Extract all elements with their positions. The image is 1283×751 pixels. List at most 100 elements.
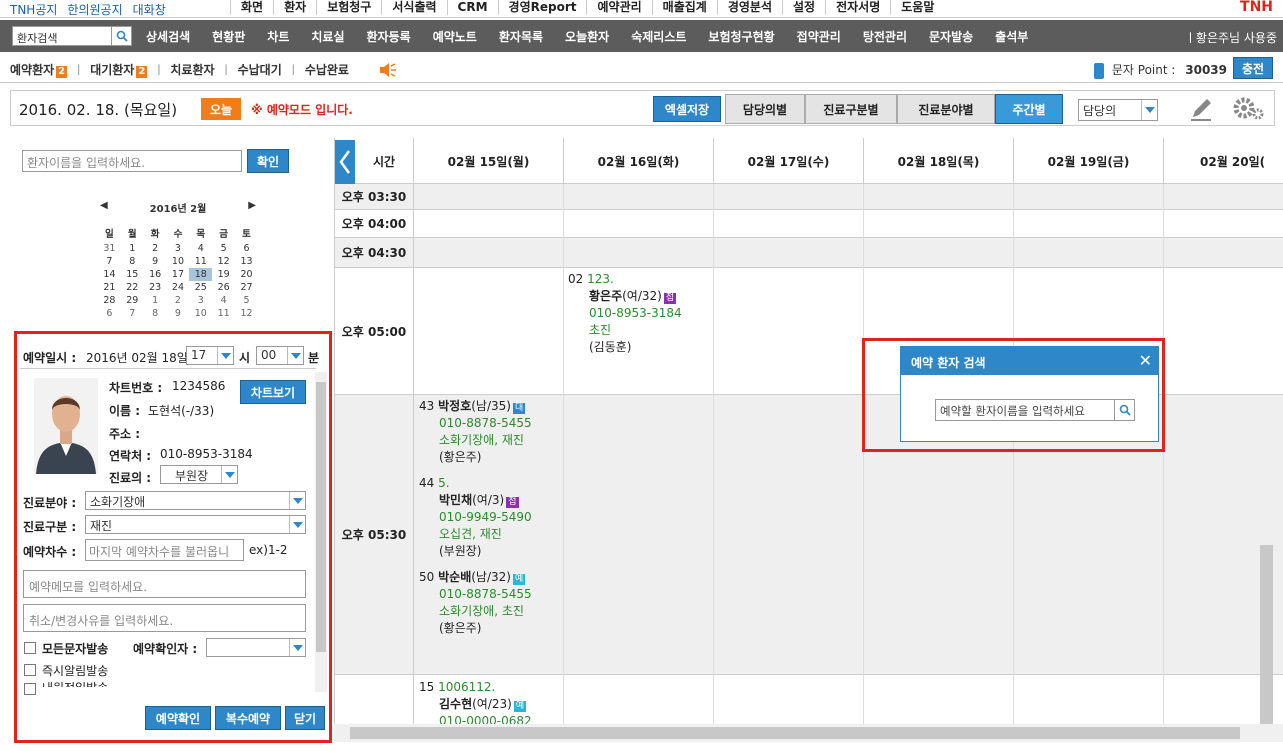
calendar-day[interactable]: 1 xyxy=(144,294,167,307)
view-chart-button[interactable]: 차트보기 xyxy=(240,380,306,404)
day-column-header[interactable]: 02월 18일(목) xyxy=(863,138,1013,184)
menu-item[interactable]: 화면 xyxy=(230,0,273,15)
calendar-day[interactable]: 9 xyxy=(167,307,190,320)
tab-waiting[interactable]: 대기환자 2 xyxy=(90,61,148,78)
calendar-day[interactable]: 6 xyxy=(235,242,258,255)
tab-payment-done[interactable]: 수납완료 xyxy=(305,61,349,78)
nav-item[interactable]: 숙제리스트 xyxy=(620,28,697,45)
nav-item[interactable]: 오늘환자 xyxy=(554,28,620,45)
calendar-day[interactable]: 4 xyxy=(212,294,235,307)
calendar-day-selected[interactable]: 18 xyxy=(189,268,213,281)
calendar-day[interactable]: 21 xyxy=(98,281,121,294)
calendar-day[interactable]: 12 xyxy=(212,255,235,268)
tab-treating[interactable]: 치료환자 xyxy=(170,61,214,78)
calendar-day[interactable]: 16 xyxy=(144,268,167,281)
tab-reserved[interactable]: 예약환자 2 xyxy=(10,61,68,78)
calendar-day[interactable]: 8 xyxy=(144,307,167,320)
scrollbar-thumb[interactable] xyxy=(350,727,1240,739)
cancel-reason-input[interactable]: 취소/변경사유를 입력하세요. xyxy=(23,604,306,632)
instant-alarm-checkbox[interactable] xyxy=(24,664,36,676)
menu-item[interactable]: 경영분석 xyxy=(716,0,782,15)
nav-item[interactable]: 출석부 xyxy=(984,28,1039,45)
calendar-day[interactable]: 20 xyxy=(235,268,258,281)
calendar-day[interactable]: 3 xyxy=(167,242,190,255)
day-column-header[interactable]: 02월 19일(금) xyxy=(1013,138,1163,184)
calendar-day[interactable]: 19 xyxy=(212,268,235,281)
menu-item[interactable]: 매출집계 xyxy=(651,0,717,15)
calendar-day[interactable]: 13 xyxy=(235,255,258,268)
calendar-day[interactable]: 27 xyxy=(235,281,258,294)
collapse-panel-button[interactable] xyxy=(335,140,355,184)
patient-search-input[interactable]: 환자검색 xyxy=(12,26,132,46)
view-by-field-button[interactable]: 진료분야별 xyxy=(897,94,995,124)
calendar-day[interactable]: 22 xyxy=(121,281,144,294)
menu-item[interactable]: CRM xyxy=(446,0,498,15)
menu-item[interactable]: 예약관리 xyxy=(586,0,651,15)
pen-icon[interactable] xyxy=(1187,95,1215,123)
nav-item[interactable]: 문자발송 xyxy=(918,28,984,45)
search-icon[interactable] xyxy=(1114,400,1134,420)
menu-item[interactable]: 경영Report xyxy=(497,0,587,15)
day-column-header[interactable]: 02월 16일(화) xyxy=(563,138,713,184)
calendar-day[interactable]: 9 xyxy=(144,255,167,268)
appointment-card[interactable]: 50 박순배(남/32) 예 010-8878-5455 소화기장애, 초진 (황… xyxy=(419,569,532,637)
calendar-day[interactable]: 26 xyxy=(212,281,235,294)
nav-item[interactable]: 환자등록 xyxy=(356,28,422,45)
nav-item[interactable]: 예약노트 xyxy=(422,28,488,45)
minute-select[interactable]: 00 xyxy=(256,346,304,365)
appointment-card[interactable]: 43 박정호(남/35) 대 010-8878-5455 소화기장애, 재진 (황… xyxy=(419,398,532,466)
calendar-day[interactable]: 11 xyxy=(212,307,235,320)
excel-save-button[interactable]: 엑셀저장 xyxy=(653,96,721,122)
calendar-day[interactable]: 24 xyxy=(167,281,190,294)
calendar-day[interactable]: 1 xyxy=(121,242,144,255)
close-button[interactable]: 닫기 xyxy=(285,706,325,730)
calendar-day[interactable]: 23 xyxy=(144,281,167,294)
reservation-patient-search-input[interactable]: 예약할 환자이름을 입력하세요 xyxy=(935,399,1135,421)
next-month-icon[interactable]: ▶ xyxy=(248,200,256,211)
reservation-count-input[interactable]: 마지막 예약차수를 불러옵니 xyxy=(85,539,244,561)
appointment-card[interactable]: 15 1006112. 김수현(여/23) 예 010-0000-0682 xyxy=(419,679,532,724)
calendar-day[interactable]: 5 xyxy=(212,242,235,255)
charge-button[interactable]: 충전 xyxy=(1233,57,1273,79)
nav-item[interactable]: 접약관리 xyxy=(786,28,852,45)
speaker-icon[interactable] xyxy=(379,62,397,78)
doctor-select[interactable]: 담당의 xyxy=(1078,99,1158,121)
calendar-day[interactable]: 11 xyxy=(189,255,212,268)
nav-item[interactable]: 치료실 xyxy=(300,28,355,45)
scrollbar-thumb[interactable] xyxy=(316,382,326,652)
calendar-day[interactable]: 15 xyxy=(121,268,144,281)
tab-payment-waiting[interactable]: 수납대기 xyxy=(238,61,282,78)
doctor-select[interactable]: 부원장 xyxy=(160,465,238,484)
notice-tnh-link[interactable]: TNH공지 xyxy=(10,1,57,18)
confirmer-select[interactable] xyxy=(206,638,306,657)
calendar-day[interactable]: 10 xyxy=(167,255,190,268)
confirm-button[interactable]: 확인 xyxy=(247,149,289,173)
close-icon[interactable]: ✕ xyxy=(1139,351,1152,370)
calendar-day[interactable]: 5 xyxy=(235,294,258,307)
search-icon[interactable] xyxy=(111,27,131,45)
nav-item[interactable]: 현황판 xyxy=(201,28,256,45)
view-weekly-button[interactable]: 주간별 xyxy=(995,94,1063,124)
patient-name-input[interactable]: 환자이름을 입력하세요. xyxy=(22,150,242,172)
schedule-vertical-scrollbar[interactable] xyxy=(1260,545,1273,725)
calendar-day[interactable]: 29 xyxy=(121,294,144,307)
prev-day-checkbox[interactable] xyxy=(24,683,36,695)
memo-input[interactable]: 예약메모를 입력하세요. xyxy=(23,570,306,598)
calendar-day[interactable]: 4 xyxy=(189,242,212,255)
calendar-day[interactable]: 10 xyxy=(189,307,212,320)
calendar-day[interactable]: 28 xyxy=(98,294,121,307)
day-column-header[interactable]: 02월 20일( xyxy=(1163,138,1283,184)
view-by-type-button[interactable]: 진료구분별 xyxy=(805,94,897,124)
chat-link[interactable]: 대화창 xyxy=(133,1,166,18)
menu-item[interactable]: 전자서명 xyxy=(825,0,890,15)
view-by-doctor-button[interactable]: 담당의별 xyxy=(725,94,805,124)
nav-item[interactable]: 환자목록 xyxy=(488,28,554,45)
menu-item[interactable]: 설정 xyxy=(782,0,825,15)
calendar-day[interactable]: 6 xyxy=(98,307,121,320)
confirm-reservation-button[interactable]: 예약확인 xyxy=(145,706,211,730)
menu-item[interactable]: 도움말 xyxy=(890,0,944,15)
calendar-day[interactable]: 7 xyxy=(98,255,121,268)
appointment-card[interactable]: 44 5. 박민채(여/3) 접 010-9949-5490 오십견, 재진 (부… xyxy=(419,475,532,560)
all-sms-checkbox[interactable] xyxy=(24,642,36,654)
menu-item[interactable]: 서식출력 xyxy=(381,0,446,15)
